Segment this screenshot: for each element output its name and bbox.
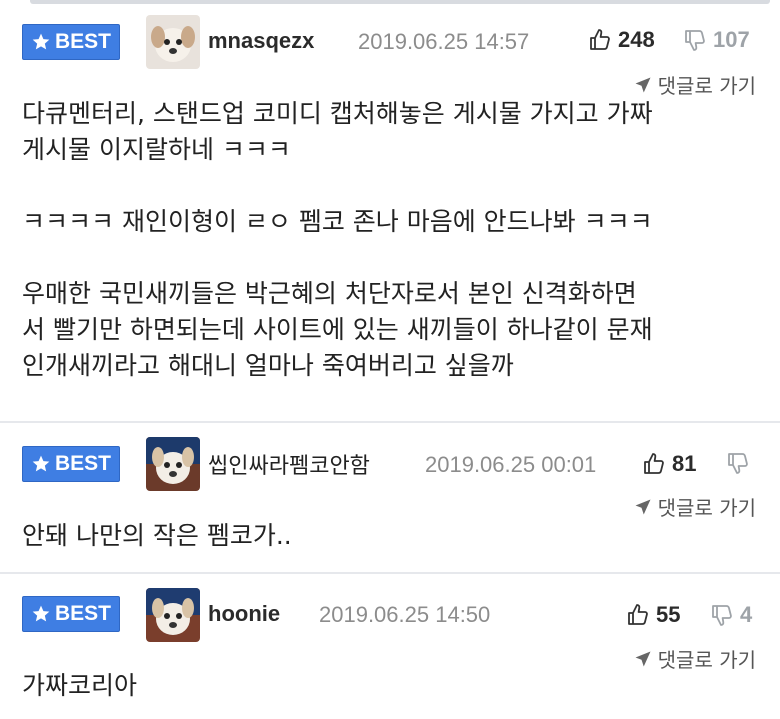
comment-body: 다큐멘터리, 스탠드업 코미디 캡처해놓은 게시물 가지고 가짜 게시물 이지랄…: [22, 99, 653, 380]
like-button[interactable]: 81: [642, 451, 696, 477]
comment-body: 가짜코리아: [22, 671, 138, 700]
best-badge-label: BEST: [54, 452, 111, 475]
thumbs-down-icon: [728, 453, 748, 474]
reply-link[interactable]: 댓글로 가기: [634, 70, 756, 99]
best-badge-label: BEST: [54, 602, 111, 625]
thumbs-up-icon: [590, 29, 610, 50]
comment-date: 2019.06.25 14:57: [358, 29, 530, 54]
dislike-count: 107: [713, 27, 750, 52]
thumbs-down-icon: [685, 30, 705, 51]
star-icon: [32, 605, 50, 622]
reply-link[interactable]: 댓글로 가기: [634, 492, 756, 521]
like-button[interactable]: 248: [588, 27, 655, 53]
best-badge: BEST: [22, 596, 120, 632]
reply-label: 댓글로 가기: [657, 74, 756, 98]
arrow-icon: [635, 77, 651, 92]
like-count: 248: [618, 27, 655, 52]
best-badge: BEST: [22, 446, 120, 482]
thumbs-up-icon: [644, 453, 664, 474]
dislike-button[interactable]: [726, 451, 756, 475]
dislike-count: 4: [740, 602, 753, 627]
like-count: 55: [656, 602, 681, 627]
thumbs-down-icon: [712, 605, 732, 626]
dislike-button[interactable]: 4: [710, 602, 752, 628]
best-badge: BEST: [22, 24, 120, 60]
dislike-button[interactable]: 107: [683, 27, 750, 53]
comment-item: BEST mnasqezx 2019.06.25 14:57 248 107 댓…: [0, 8, 780, 423]
like-count: 81: [672, 451, 697, 476]
comment-item: BEST hoonie 2019.06.25 14:50 55 4 댓글로 가기…: [0, 575, 780, 719]
comment-item: BEST 씹인싸라펨코안함 2019.06.25 00:01 81 댓글로 가기…: [0, 424, 780, 574]
nickname[interactable]: 씹인싸라펨코안함: [208, 448, 370, 480]
star-icon: [32, 455, 50, 472]
avatar[interactable]: [146, 15, 200, 69]
comment-date: 2019.06.25 14:50: [319, 602, 491, 627]
nickname[interactable]: mnasqezx: [208, 28, 314, 54]
like-button[interactable]: 55: [626, 602, 680, 628]
best-badge-label: BEST: [54, 30, 111, 53]
star-icon: [32, 33, 50, 50]
comment-body: 안돼 나만의 작은 펨코가..: [22, 521, 292, 550]
nickname[interactable]: hoonie: [208, 601, 280, 627]
arrow-icon: [635, 651, 651, 666]
thumbs-up-icon: [628, 604, 648, 625]
previous-item-edge: [30, 0, 770, 4]
avatar[interactable]: [146, 437, 200, 491]
avatar[interactable]: [146, 588, 200, 642]
comment-date: 2019.06.25 00:01: [425, 452, 597, 477]
reply-label: 댓글로 가기: [657, 496, 756, 520]
arrow-icon: [635, 499, 651, 514]
